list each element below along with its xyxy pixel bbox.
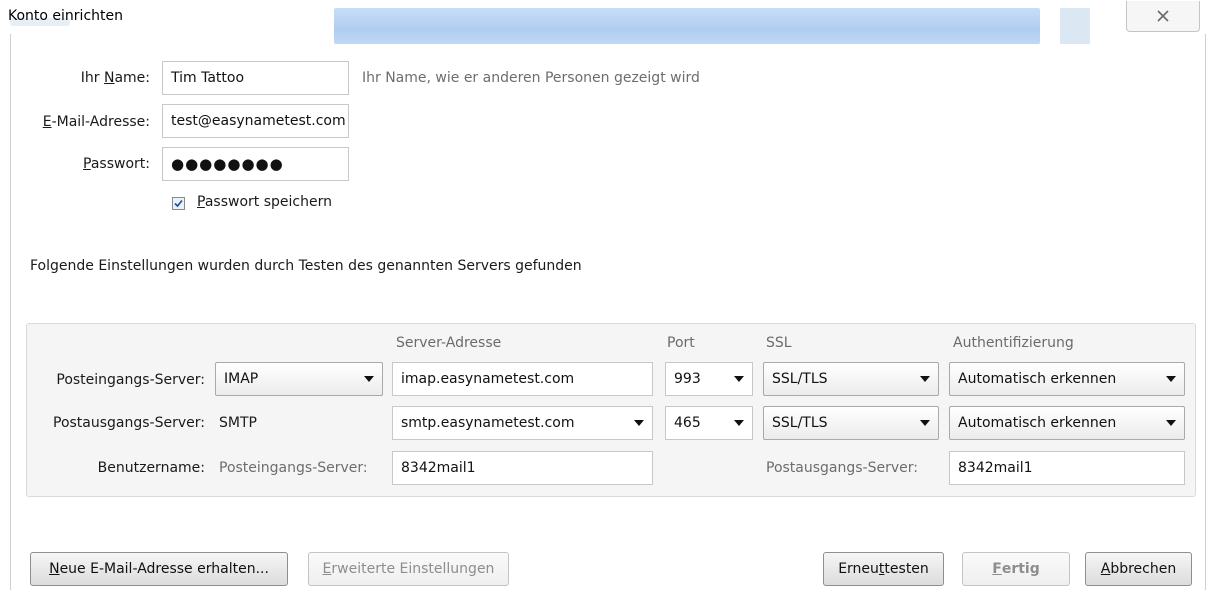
name-label: Ihr Name:	[80, 70, 150, 86]
chevron-down-icon	[734, 376, 744, 382]
retest-button[interactable]: Erneu t testen	[823, 552, 944, 586]
incoming-auth-select[interactable]: Automatisch erkennen	[949, 362, 1185, 396]
incoming-server-address-field[interactable]: imap.easynametest.com	[392, 362, 653, 396]
save-password-checkbox[interactable]	[172, 197, 185, 210]
incoming-port-value: 993	[674, 371, 701, 387]
close-icon	[1157, 10, 1169, 22]
username-incoming-label: Posteingangs-Server:	[219, 460, 368, 476]
chevron-down-icon	[734, 420, 744, 426]
column-header-port: Port	[667, 335, 695, 351]
incoming-protocol-select[interactable]: IMAP	[215, 362, 383, 396]
chevron-down-icon	[634, 420, 644, 426]
password-field[interactable]: ●●●●●●●●	[162, 147, 349, 181]
save-password-label[interactable]: Passwort speichern	[197, 194, 332, 210]
close-button[interactable]	[1126, 1, 1200, 32]
outgoing-auth-value: Automatisch erkennen	[958, 415, 1117, 431]
name-hint: Ihr Name, wie er anderen Personen gezeig…	[362, 70, 700, 86]
outgoing-server-label: Postausgangs-Server:	[53, 415, 205, 431]
chevron-down-icon	[1166, 376, 1176, 382]
incoming-ssl-select[interactable]: SSL/TLS	[763, 362, 939, 396]
chevron-down-icon	[364, 376, 374, 382]
incoming-protocol-value: IMAP	[224, 371, 259, 387]
email-label: E-Mail-Adresse:	[42, 114, 150, 130]
username-outgoing-field[interactable]: 8342mail1	[949, 451, 1185, 485]
password-label: Passwort:	[83, 156, 150, 172]
outgoing-server-address-select[interactable]: smtp.easynametest.com	[392, 406, 653, 440]
chevron-down-icon	[1166, 420, 1176, 426]
outgoing-auth-select[interactable]: Automatisch erkennen	[949, 406, 1185, 440]
column-header-server-address: Server-Adresse	[396, 335, 502, 351]
chevron-down-icon	[920, 376, 930, 382]
column-header-ssl: SSL	[766, 335, 792, 351]
name-field[interactable]: Tim Tattoo	[162, 61, 349, 95]
incoming-ssl-value: SSL/TLS	[772, 371, 828, 387]
outgoing-server-address-value: smtp.easynametest.com	[401, 415, 575, 431]
incoming-port-select[interactable]: 993	[665, 362, 753, 396]
outgoing-ssl-value: SSL/TLS	[772, 415, 828, 431]
done-button[interactable]: Fertig	[962, 552, 1070, 586]
cancel-button[interactable]: Abbrechen	[1085, 552, 1192, 586]
username-outgoing-label: Postausgangs-Server:	[766, 460, 918, 476]
column-header-authentication: Authentifizierung	[953, 335, 1074, 351]
outgoing-port-select[interactable]: 465	[665, 406, 753, 440]
outgoing-protocol: SMTP	[219, 415, 257, 431]
new-email-address-button[interactable]: Neue E-Mail-Adresse erhalten...	[30, 552, 288, 586]
incoming-server-label: Posteingangs-Server:	[56, 372, 205, 388]
chevron-down-icon	[920, 420, 930, 426]
username-incoming-field[interactable]: 8342mail1	[392, 451, 653, 485]
outgoing-port-value: 465	[674, 415, 701, 431]
username-label: Benutzername:	[97, 460, 205, 476]
email-field[interactable]: test@easynametest.com	[162, 104, 349, 138]
outgoing-ssl-select[interactable]: SSL/TLS	[763, 406, 939, 440]
status-message: Folgende Einstellungen wurden durch Test…	[30, 258, 582, 274]
incoming-auth-value: Automatisch erkennen	[958, 371, 1117, 387]
window-title: Konto einrichten	[8, 8, 123, 24]
advanced-settings-button[interactable]: Erweiterte Einstellungen	[308, 552, 509, 586]
checkmark-icon	[174, 199, 183, 208]
